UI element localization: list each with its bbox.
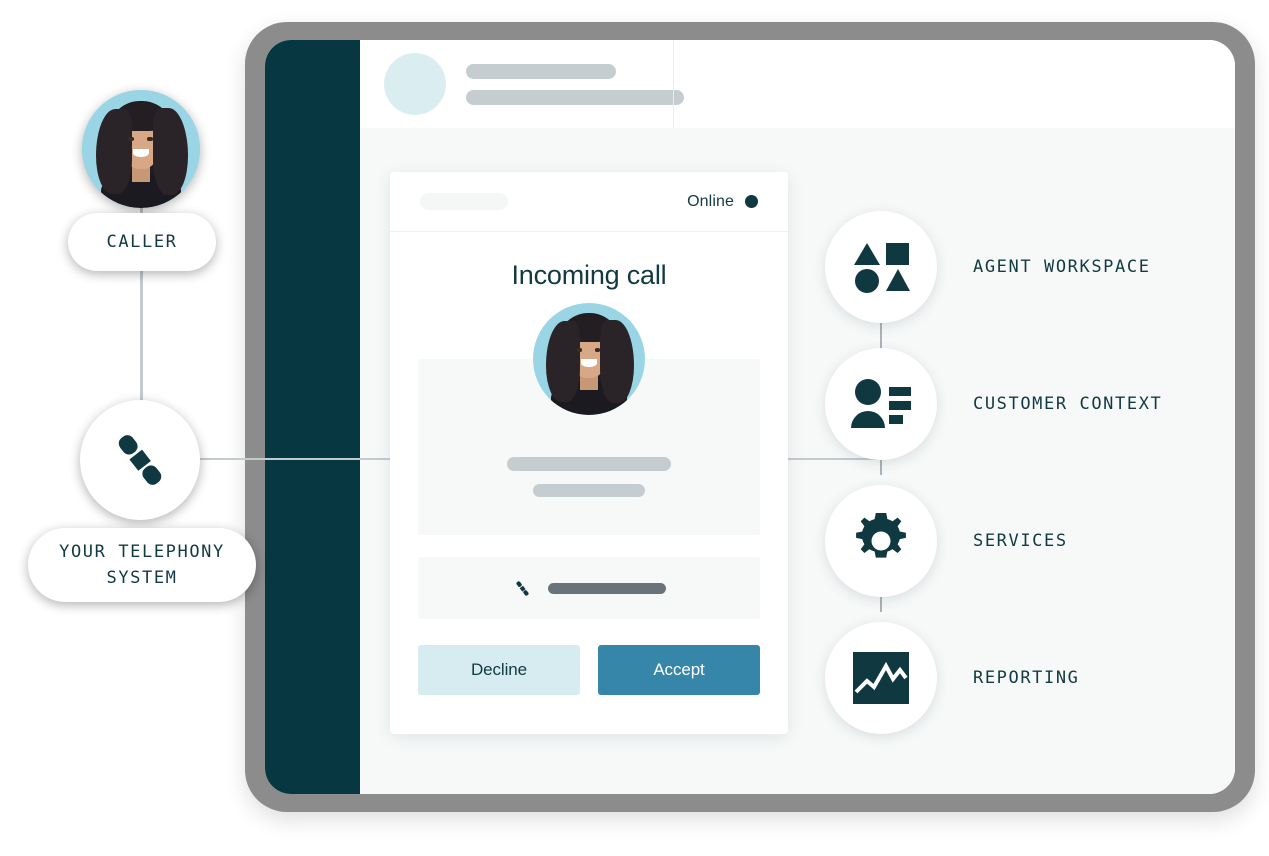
incoming-call-card: Online Incoming call Decline Accept bbox=[390, 172, 788, 734]
call-card-title-skeleton bbox=[420, 193, 508, 210]
illustration-stage: Online Incoming call Decline Accept AGEN… bbox=[0, 0, 1269, 856]
left-node-column: CALLER YOUR TELEPHONY SYSTEM bbox=[0, 0, 300, 856]
feature-item-agent-workspace[interactable]: AGENT WORKSPACE bbox=[825, 198, 1245, 335]
person-details-icon bbox=[825, 347, 937, 460]
call-actions: Decline Accept bbox=[418, 645, 760, 695]
caller-avatar-photo-icon bbox=[82, 90, 200, 208]
caller-subtitle-skeleton bbox=[533, 484, 645, 497]
shapes-grid-icon bbox=[825, 210, 937, 323]
topbar-skeleton-line-1 bbox=[466, 63, 616, 79]
telephony-label-pill: YOUR TELEPHONY SYSTEM bbox=[28, 528, 256, 602]
caller-label-pill: CALLER bbox=[68, 213, 216, 271]
topbar-divider bbox=[673, 40, 1235, 128]
accept-button[interactable]: Accept bbox=[598, 645, 760, 695]
call-card-header: Online bbox=[390, 172, 788, 232]
topbar-skeleton-group bbox=[466, 63, 684, 105]
feature-label: SERVICES bbox=[973, 530, 1068, 551]
app-topbar bbox=[360, 40, 1235, 128]
status-dot-icon bbox=[745, 195, 758, 208]
caller-number-panel bbox=[418, 557, 760, 619]
caller-photo-wrap bbox=[390, 303, 788, 415]
feature-item-customer-context[interactable]: CUSTOMER CONTEXT bbox=[825, 335, 1245, 472]
avatar[interactable] bbox=[384, 53, 446, 115]
caller-number-skeleton bbox=[547, 582, 666, 594]
feature-list: AGENT WORKSPACE CUSTOMER CONTEXT SERVICE… bbox=[825, 198, 1245, 746]
feature-item-reporting[interactable]: REPORTING bbox=[825, 609, 1245, 746]
phone-handset-icon bbox=[515, 580, 529, 596]
decline-button[interactable]: Decline bbox=[418, 645, 580, 695]
page-title: Incoming call bbox=[511, 260, 667, 290]
line-chart-icon bbox=[825, 621, 937, 734]
feature-item-services[interactable]: SERVICES bbox=[825, 472, 1245, 609]
phone-handset-icon bbox=[118, 435, 162, 485]
gear-icon bbox=[825, 484, 937, 597]
status-badge: Online bbox=[687, 193, 758, 211]
caller-name-skeleton bbox=[507, 457, 671, 471]
feature-label: AGENT WORKSPACE bbox=[973, 256, 1151, 277]
status-label: Online bbox=[687, 192, 734, 210]
feature-label: CUSTOMER CONTEXT bbox=[973, 393, 1163, 414]
telephony-phone-icon bbox=[80, 400, 200, 520]
caller-portrait-icon bbox=[533, 303, 645, 415]
feature-label: REPORTING bbox=[973, 667, 1080, 688]
topbar-skeleton-line-2 bbox=[466, 89, 684, 105]
